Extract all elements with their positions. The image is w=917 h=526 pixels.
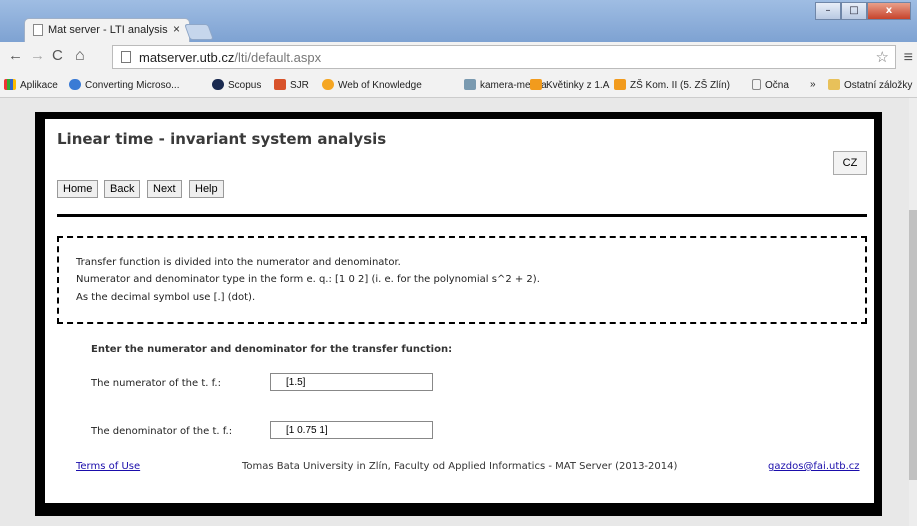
owl-icon — [614, 79, 626, 90]
home-icon[interactable]: ⌂ — [75, 47, 85, 65]
forward-arrow-icon[interactable]: → — [30, 47, 45, 64]
browser-toolbar: ← → C ⌂ matserver.utb.cz/lti/default.asp… — [0, 42, 917, 72]
divider — [57, 214, 867, 217]
footer-credit: Tomas Bata University in Zlín, Faculty o… — [242, 461, 678, 472]
bookmark-ocna[interactable]: Očna — [752, 79, 789, 91]
contact-email-link[interactable]: gazdos@fai.utb.cz — [768, 461, 860, 472]
tab-title: Mat server - LTI analysis — [48, 24, 168, 36]
bookmarks-bar: Aplikace Converting Microso... Scopus SJ… — [0, 72, 917, 98]
close-window-button[interactable]: x — [867, 2, 911, 20]
new-tab-button[interactable] — [184, 24, 214, 40]
info-text-line: Numerator and denominator type in the fo… — [76, 274, 540, 285]
minimize-button[interactable]: – — [815, 2, 841, 20]
back-button[interactable]: Back — [104, 180, 141, 198]
page-icon — [121, 51, 131, 63]
menu-icon[interactable]: ≡ — [904, 49, 913, 67]
bookmark-sjr[interactable]: SJR — [274, 79, 309, 91]
circle-icon — [212, 79, 224, 90]
language-cz-button[interactable]: CZ — [833, 151, 867, 175]
numerator-input[interactable] — [270, 373, 433, 391]
address-bar[interactable]: matserver.utb.cz/lti/default.aspx ☆ — [112, 45, 896, 69]
bookmark-apps[interactable]: Aplikace — [4, 79, 58, 91]
bookmark-converting[interactable]: Converting Microso... — [69, 79, 179, 91]
home-button[interactable]: Home — [57, 180, 99, 198]
denominator-input[interactable] — [270, 421, 433, 439]
browser-tab[interactable]: Mat server - LTI analysis × — [24, 18, 190, 42]
numerator-label: The numerator of the t. f.: — [91, 378, 221, 389]
terms-of-use-link[interactable]: Terms of Use — [76, 461, 140, 472]
help-button[interactable]: Help — [189, 180, 224, 198]
folder-icon — [828, 79, 840, 90]
scrollbar-thumb[interactable] — [909, 210, 917, 480]
info-text-line: Transfer function is divided into the nu… — [76, 257, 401, 268]
back-arrow-icon[interactable]: ← — [8, 47, 23, 64]
bookmark-web-of-knowledge[interactable]: Web of Knowledge — [322, 79, 422, 91]
reload-icon[interactable]: C — [52, 47, 63, 64]
denominator-label: The denominator of the t. f.: — [91, 426, 233, 437]
window-titlebar: Mat server - LTI analysis × – □ x — [0, 0, 917, 42]
page-title: Linear time - invariant system analysis — [57, 130, 387, 148]
info-text-line: As the decimal symbol use [.] (dot). — [76, 292, 256, 303]
owl-icon — [530, 79, 542, 90]
maximize-button[interactable]: □ — [841, 2, 867, 20]
bookmark-scopus[interactable]: Scopus — [212, 79, 261, 91]
bookmark-kvetinky[interactable]: Květinky z 1.A — [530, 79, 609, 91]
gear-icon — [69, 79, 81, 90]
page-icon — [33, 24, 43, 36]
bookmarks-overflow-chevron[interactable]: » — [810, 79, 816, 90]
window-controls: – □ x — [815, 2, 911, 20]
close-tab-icon[interactable]: × — [173, 22, 180, 36]
url-text: matserver.utb.cz/lti/default.aspx — [139, 50, 322, 65]
bookmark-other-folder[interactable]: Ostatní záložky — [828, 79, 912, 91]
form-heading: Enter the numerator and denominator for … — [91, 344, 453, 355]
globe-icon — [322, 79, 334, 90]
page-icon — [752, 79, 761, 90]
sjr-icon — [274, 79, 286, 90]
person-icon — [464, 79, 476, 90]
next-button[interactable]: Next — [147, 180, 182, 198]
bookmark-star-icon[interactable]: ☆ — [876, 48, 889, 66]
bookmark-zs-kom[interactable]: ZŠ Kom. II (5. ZŠ Zlín) — [614, 79, 730, 91]
apps-grid-icon — [4, 79, 16, 90]
